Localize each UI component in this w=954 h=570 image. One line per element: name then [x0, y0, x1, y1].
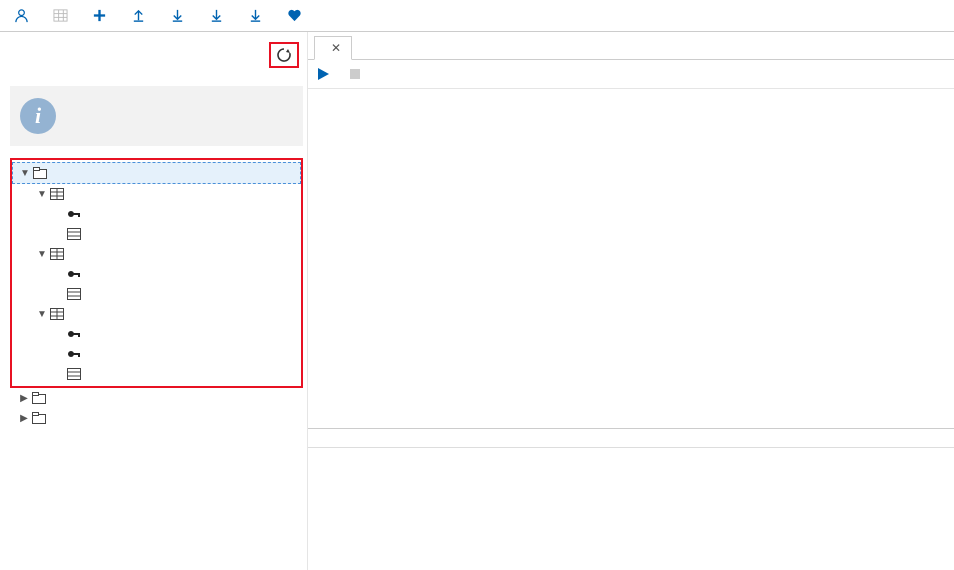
download-icon [209, 8, 224, 23]
folder-icon [33, 166, 47, 180]
export-json-button[interactable] [201, 5, 236, 26]
table-icon [50, 187, 64, 201]
key-icon [67, 267, 81, 281]
folder-icon [32, 391, 46, 405]
column-icon [67, 287, 81, 301]
download-icon [248, 8, 263, 23]
key-icon [67, 207, 81, 221]
tree-node-table-modules[interactable]: ▼ [12, 244, 301, 264]
plus-icon [92, 8, 107, 23]
tree-node-column[interactable] [12, 284, 301, 304]
tree-node-column[interactable] [12, 364, 301, 384]
chevron-down-icon: ▼ [37, 249, 47, 260]
results-panel [308, 428, 954, 570]
table-icon [50, 247, 64, 261]
tree-node-sprocs[interactable]: ▶ [10, 408, 303, 428]
upload-icon [131, 8, 146, 23]
editor-tabs: ✕ [308, 32, 954, 60]
folder-icon [32, 411, 46, 425]
info-banner: i [10, 86, 303, 146]
chevron-right-icon: ▶ [19, 413, 29, 424]
login-button[interactable] [6, 5, 41, 26]
sql-editor[interactable] [308, 89, 954, 428]
tree-node-column[interactable] [12, 324, 301, 344]
column-icon [67, 367, 81, 381]
tree-node-column[interactable] [12, 264, 301, 284]
tree-node-table-courses[interactable]: ▼ [12, 184, 301, 204]
new-query-button[interactable] [84, 5, 119, 26]
export-csv-button[interactable] [240, 5, 275, 26]
table-icon [50, 307, 64, 321]
close-icon[interactable]: ✕ [331, 41, 341, 55]
open-query-button[interactable] [123, 5, 158, 26]
chevron-down-icon: ▼ [37, 189, 47, 200]
key-icon [67, 347, 81, 361]
feedback-button[interactable] [279, 5, 314, 26]
tree-node-column[interactable] [12, 344, 301, 364]
user-icon [14, 8, 29, 23]
tree-node-column[interactable] [12, 224, 301, 244]
refresh-icon[interactable] [276, 47, 292, 63]
cancel-query-button [350, 69, 365, 79]
play-icon [318, 68, 329, 80]
tab-query-1[interactable]: ✕ [314, 36, 352, 60]
chevron-down-icon: ▼ [20, 168, 30, 179]
key-icon [67, 327, 81, 341]
tree-node-column[interactable] [12, 204, 301, 224]
tree-highlight: ▼ ▼ ▼ [10, 158, 303, 388]
tree-node-table-studyplans[interactable]: ▼ [12, 304, 301, 324]
main-toolbar [0, 0, 954, 32]
info-icon: i [20, 98, 56, 134]
editor-pane: ✕ [308, 32, 954, 570]
tree-node-tables[interactable]: ▼ [12, 162, 301, 184]
save-query-button[interactable] [162, 5, 197, 26]
edit-data-button [45, 5, 80, 26]
column-icon [67, 227, 81, 241]
heart-icon [287, 8, 302, 23]
chevron-down-icon: ▼ [37, 309, 47, 320]
grid-icon [53, 8, 68, 23]
refresh-highlight [269, 42, 299, 68]
stop-icon [350, 69, 360, 79]
run-button[interactable] [318, 68, 334, 80]
query-actions [308, 60, 954, 89]
tree-node-views[interactable]: ▶ [10, 388, 303, 408]
chevron-right-icon: ▶ [19, 393, 29, 404]
object-explorer: i ▼ ▼ [0, 32, 308, 570]
download-icon [170, 8, 185, 23]
